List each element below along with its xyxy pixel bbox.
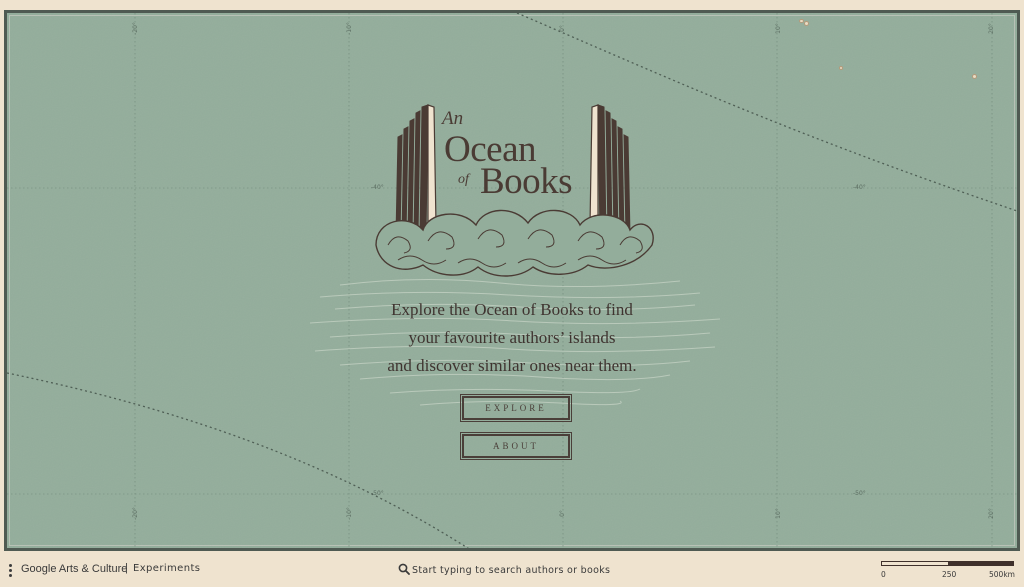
lon-label: -20° [131,22,139,35]
lat-label: -50° [371,490,384,497]
kebab-menu-icon[interactable] [8,563,14,577]
about-button[interactable]: ABOUT [460,432,572,460]
tagline-line: your favourite authors’ islands [408,328,616,347]
scale-label: 250 [942,570,957,579]
logo-word-an: An [442,108,464,129]
author-island[interactable] [972,74,977,79]
map-scale-bar: 0 250 500km [881,560,1016,584]
logo-word-books: Books [480,161,573,202]
lon-label: -10° [345,22,353,35]
search-input[interactable] [412,562,638,578]
lon-label: 20° [987,508,995,519]
search-box[interactable] [398,562,638,578]
scale-segment [881,561,949,566]
lat-label: -50° [853,490,866,497]
scale-label: 0 [881,570,886,579]
scale-label: 500km [989,570,1015,579]
lon-label: -20° [131,507,139,520]
lon-label: 20° [987,23,995,34]
scale-segment [948,561,1014,566]
site-logo-title: An Ocean of Books [430,108,600,203]
tagline-line: and discover similar ones near them. [387,356,637,375]
author-island[interactable] [839,66,843,70]
lon-label: 0° [558,25,566,32]
lon-label: 0° [558,510,566,517]
logo-word-of: of [458,172,469,187]
footer-bar: Google Arts & Culture | Experiments 0 25… [0,556,1024,587]
lon-label: 10° [774,508,782,519]
author-island[interactable] [804,21,809,26]
intro-tagline: Explore the Ocean of Books to find your … [362,296,662,380]
google-arts-culture-link[interactable]: Google Arts & Culture [21,563,127,575]
search-icon [398,563,410,575]
lon-label: 10° [774,23,782,34]
experiments-link[interactable]: Experiments [133,563,200,574]
lat-label: -40° [853,184,866,191]
lon-label: -10° [345,507,353,520]
tagline-line: Explore the Ocean of Books to find [391,300,633,319]
footer-separator: | [125,562,128,574]
explore-button[interactable]: EXPLORE [460,394,572,422]
